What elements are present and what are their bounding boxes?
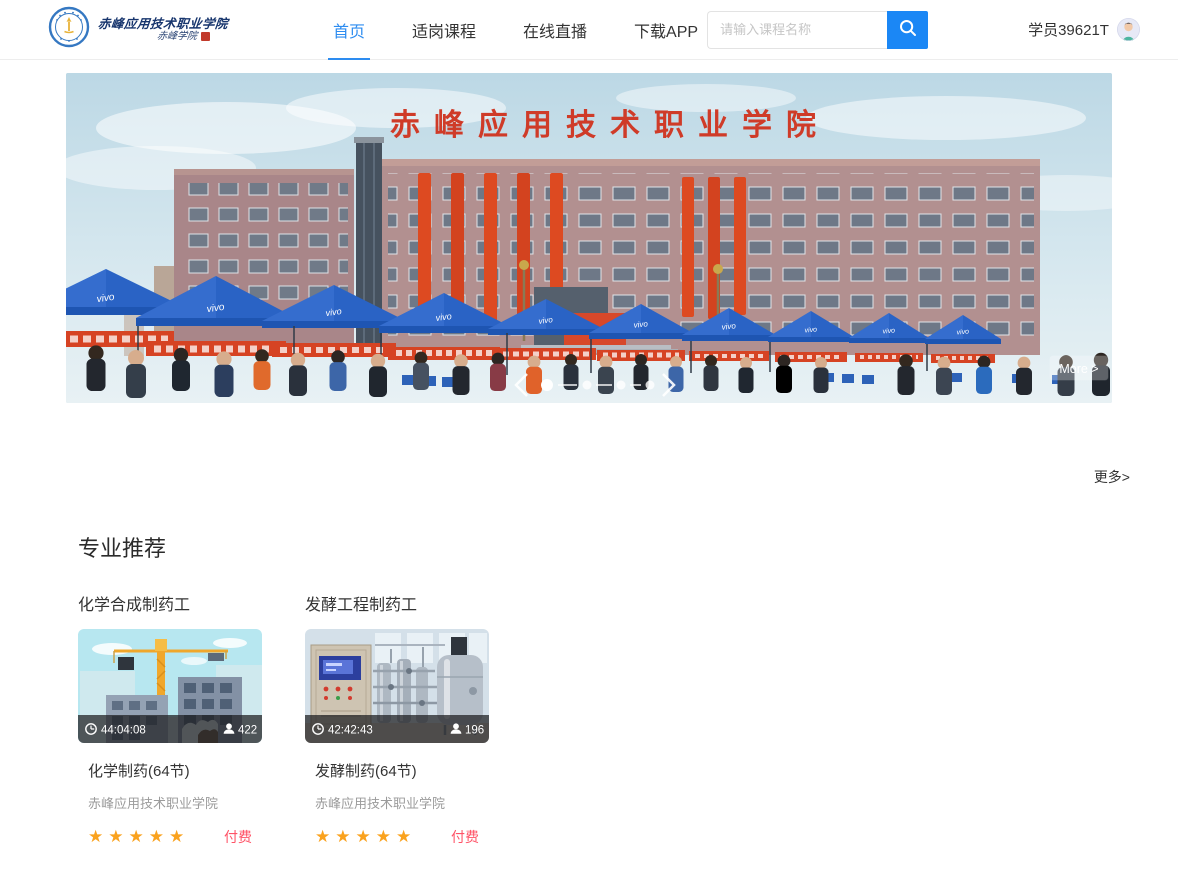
site-logo[interactable]: 赤峰应用技术职业学院 赤峰学院 xyxy=(48,6,226,53)
hero-carousel[interactable]: 赤峰应用技术职业学院 vivo vivo vivo vivo vivo xyxy=(66,73,1112,403)
carousel-dot[interactable] xyxy=(617,381,626,390)
svg-text:42:42:43: 42:42:43 xyxy=(328,725,373,737)
building-sign-text: 赤峰应用技术职业学院 xyxy=(390,108,830,142)
search-button[interactable] xyxy=(887,11,928,49)
svg-text:44:04:08: 44:04:08 xyxy=(101,725,146,737)
course-org: 赤峰应用技术职业学院 xyxy=(315,793,489,812)
top-header: 赤峰应用技术职业学院 赤峰学院 首页 适岗课程 在线直播 下载APP 学员396… xyxy=(0,0,1178,60)
course-title[interactable]: 发酵制药(64节) xyxy=(315,760,489,781)
svg-text:vivo: vivo xyxy=(956,328,969,336)
svg-text:vivo: vivo xyxy=(882,327,895,335)
nav-item-live[interactable]: 在线直播 xyxy=(514,0,596,61)
course-card: 发酵工程制药工 xyxy=(305,591,489,847)
svg-text:vivo: vivo xyxy=(435,311,452,323)
course-search xyxy=(707,11,928,49)
course-thumbnail[interactable]: 44:04:08 422 xyxy=(78,629,262,743)
carousel-dot[interactable] xyxy=(646,381,655,390)
more-link[interactable]: 更多> xyxy=(1094,469,1130,485)
star-rating: ★★★★★ xyxy=(88,827,189,847)
course-org: 赤峰应用技术职业学院 xyxy=(88,793,262,812)
user-name: 学员39621T xyxy=(1028,19,1109,40)
svg-text:More >: More > xyxy=(1059,362,1098,376)
search-icon xyxy=(898,18,918,41)
carousel-dot[interactable] xyxy=(583,381,592,390)
svg-text:196: 196 xyxy=(465,725,484,737)
red-seal-icon xyxy=(201,32,210,41)
campus-photo: 赤峰应用技术职业学院 vivo vivo vivo vivo vivo xyxy=(66,73,1112,403)
price-badge[interactable]: 付费 xyxy=(451,827,479,847)
svg-text:vivo: vivo xyxy=(804,326,817,334)
star-rating: ★★★★★ xyxy=(315,827,416,847)
search-input[interactable] xyxy=(707,11,887,49)
job-title[interactable]: 化学合成制药工 xyxy=(78,591,262,615)
logo-signature: 赤峰学院 xyxy=(156,31,198,43)
nav-item-download-app[interactable]: 下载APP xyxy=(625,0,707,61)
logo-college-name: 赤峰应用技术职业学院 xyxy=(97,17,229,31)
svg-text:vivo: vivo xyxy=(538,315,554,326)
job-title[interactable]: 发酵工程制药工 xyxy=(305,591,489,615)
main-nav: 首页 适岗课程 在线直播 下载APP xyxy=(324,0,707,61)
svg-text:vivo: vivo xyxy=(721,321,737,331)
carousel-dot-active[interactable] xyxy=(541,379,553,391)
user-avatar[interactable] xyxy=(1117,18,1140,41)
course-card-list: 化学合成制药工 xyxy=(78,591,1178,847)
svg-text:422: 422 xyxy=(238,725,257,737)
logo-calligraphy: 赤峰应用技术职业学院 赤峰学院 xyxy=(98,17,228,43)
course-thumbnail[interactable]: 42:42:43 196 xyxy=(305,629,489,743)
course-title[interactable]: 化学制药(64节) xyxy=(88,760,262,781)
college-emblem-icon xyxy=(48,6,90,53)
banner-more-button[interactable]: More > xyxy=(1050,356,1108,380)
construction-illustration: 44:04:08 422 xyxy=(78,629,262,743)
section-title: 专业推荐 xyxy=(78,531,1178,563)
user-account[interactable]: 学员39621T xyxy=(1028,18,1140,41)
nav-item-home[interactable]: 首页 xyxy=(324,0,374,61)
course-card: 化学合成制药工 xyxy=(78,591,262,847)
nav-item-courses[interactable]: 适岗课程 xyxy=(403,0,485,61)
svg-text:vivo: vivo xyxy=(633,319,649,329)
fermentation-equipment-photo: 42:42:43 196 xyxy=(305,629,489,743)
price-badge[interactable]: 付费 xyxy=(224,827,252,847)
